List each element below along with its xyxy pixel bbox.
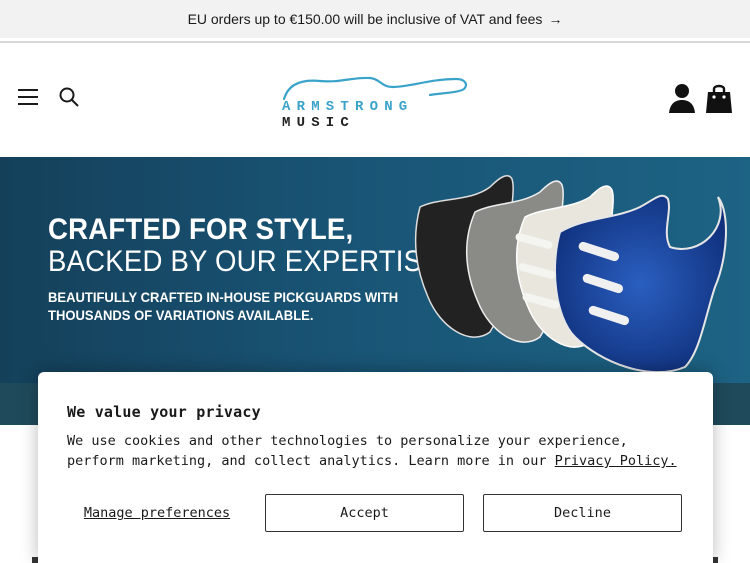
cookie-body-text: We use cookies and other technologies to…: [67, 433, 628, 469]
hero-subtitle-line1: BEAUTIFULLY CRAFTED IN-HOUSE PICKGUARDS …: [48, 289, 399, 305]
accept-button[interactable]: Accept: [265, 494, 464, 532]
announcement-bar[interactable]: EU orders up to €150.00 will be inclusiv…: [0, 0, 750, 38]
logo-part1: ARMSTRONG: [282, 99, 414, 115]
privacy-policy-link[interactable]: Privacy Policy.: [555, 453, 677, 469]
cookie-body: We use cookies and other technologies to…: [67, 431, 692, 471]
logo-part2: MUSIC: [282, 115, 356, 131]
cart-icon[interactable]: [705, 82, 733, 114]
hero-banner[interactable]: CRAFTED FOR STYLE, BACKED BY OUR EXPERTI…: [0, 157, 750, 383]
site-header: ARMSTRONG MUSIC: [0, 43, 750, 157]
cookie-title: We value your privacy: [67, 403, 261, 421]
site-logo[interactable]: ARMSTRONG MUSIC: [280, 75, 470, 131]
logo-guitar-outline: [282, 76, 467, 101]
pickguards-image: [414, 175, 727, 374]
account-icon[interactable]: [668, 83, 696, 113]
cookie-consent-dialog: We value your privacy We use cookies and…: [38, 372, 713, 563]
menu-icon[interactable]: [18, 89, 38, 105]
hero-title-line2: BACKED BY OUR EXPERTISE: [48, 245, 441, 278]
hero-title-line1: CRAFTED FOR STYLE,: [48, 213, 354, 246]
announcement-text[interactable]: EU orders up to €150.00 will be inclusiv…: [188, 11, 543, 27]
arrow-right-icon: →: [548, 11, 563, 27]
logo-wordmark: ARMSTRONG MUSIC: [282, 99, 470, 131]
hero-subtitle-line2: THOUSANDS OF VARIATIONS AVAILABLE.: [48, 307, 314, 323]
search-icon[interactable]: [58, 86, 80, 108]
decline-button[interactable]: Decline: [483, 494, 682, 532]
manage-preferences-button[interactable]: Manage preferences: [67, 494, 247, 532]
